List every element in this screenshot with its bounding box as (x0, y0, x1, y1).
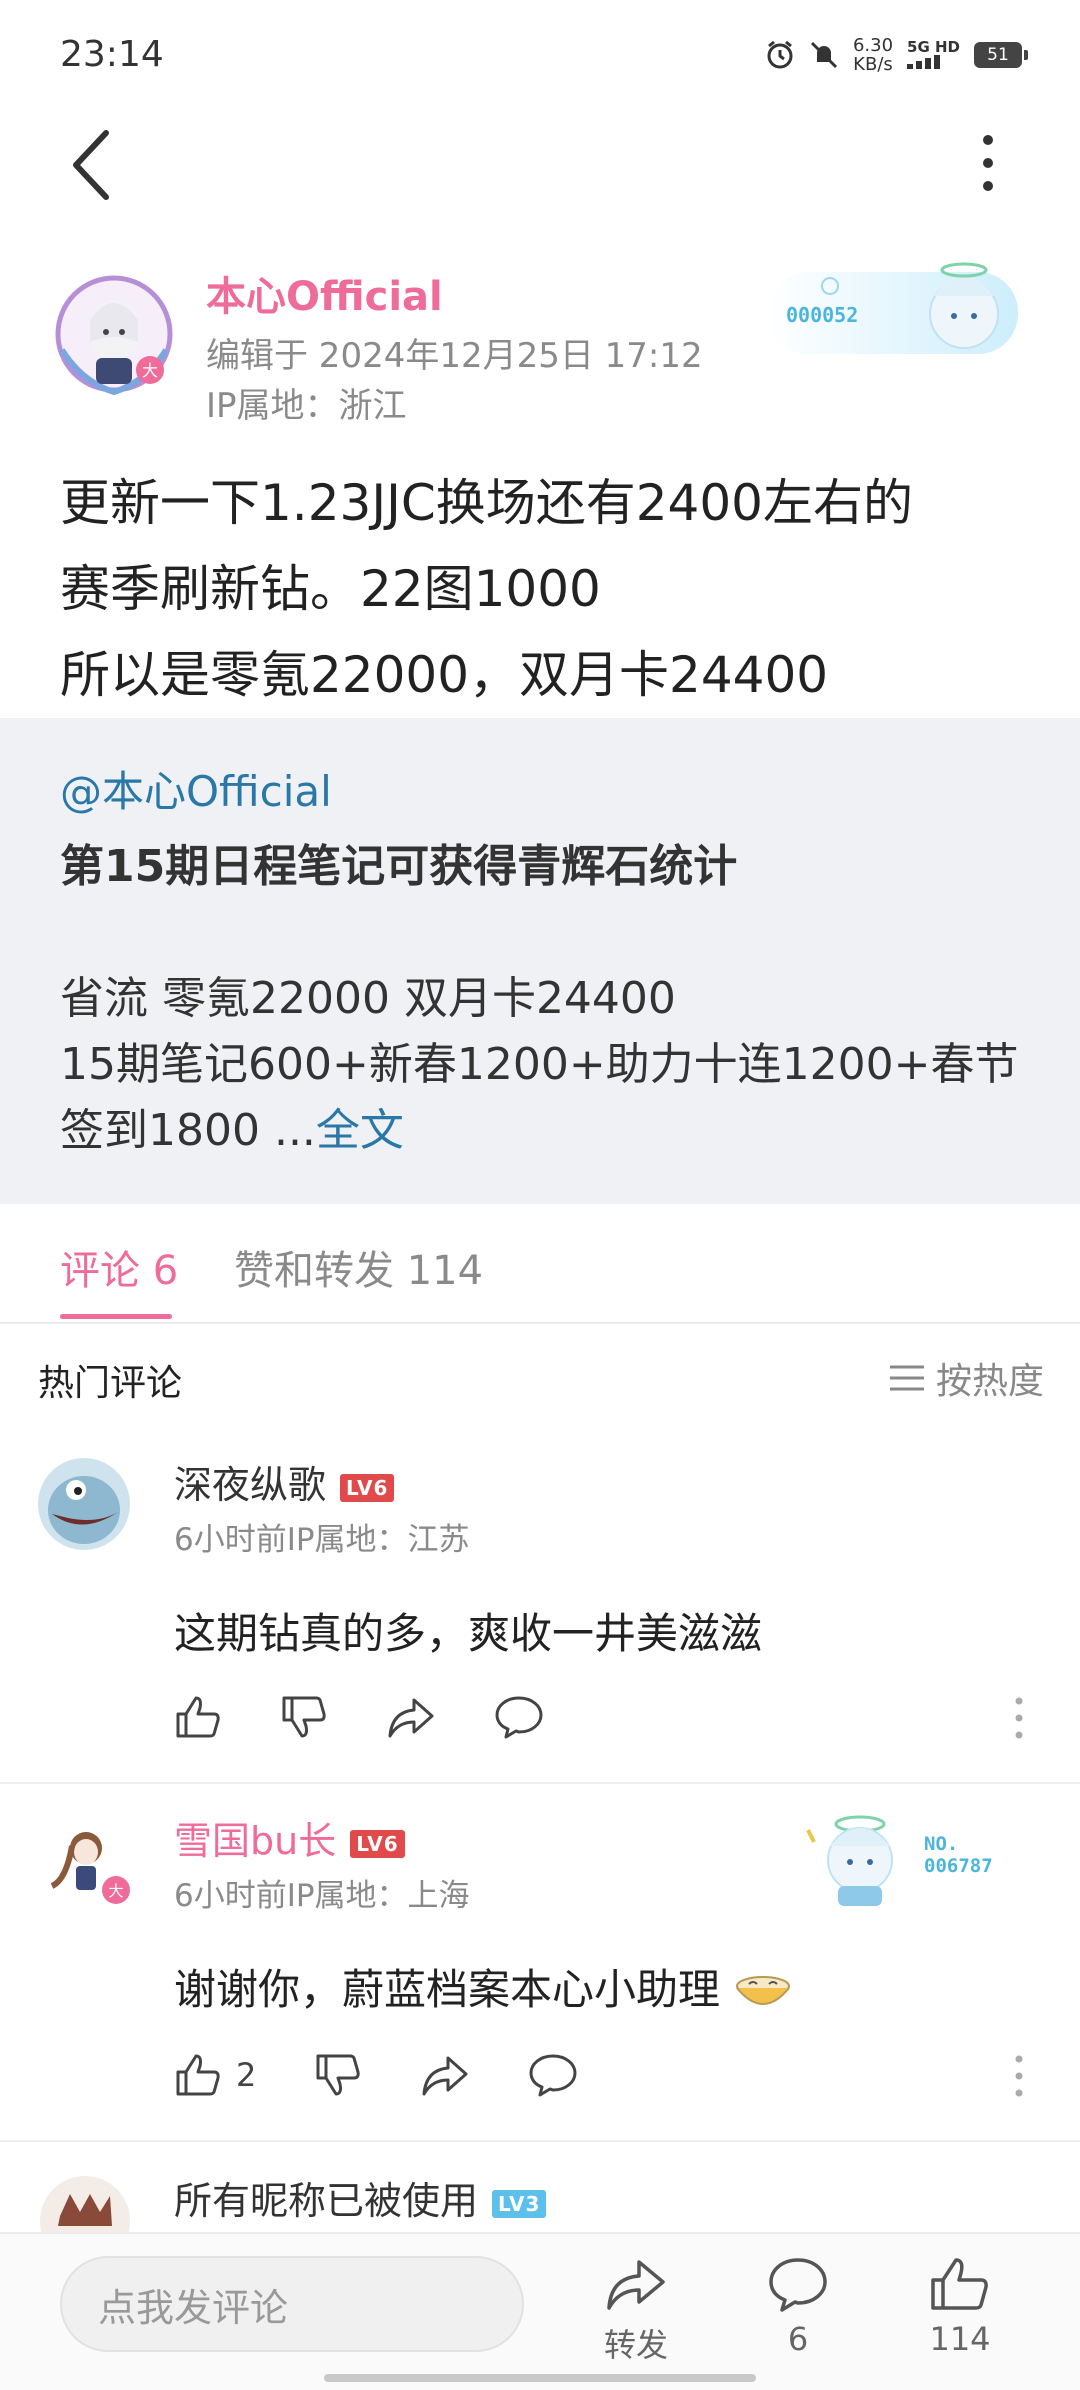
svg-text:大: 大 (142, 361, 158, 380)
comment-more-icon[interactable] (1014, 2054, 1024, 2098)
share-arrow-icon (422, 2056, 468, 2096)
repost-button[interactable]: 转发 (576, 2256, 696, 2366)
like-count: 2 (236, 2056, 257, 2094)
level-badge: LV6 (350, 1829, 405, 1858)
comment-actions (174, 1694, 602, 1740)
signal-icon (907, 54, 941, 69)
comment-more-icon[interactable] (1014, 1696, 1024, 1740)
ip-location: IP属地：浙江 (206, 386, 407, 426)
comment-divider (0, 1782, 1080, 1784)
like-post-button[interactable]: 114 (900, 2256, 1020, 2358)
share-button[interactable] (420, 2052, 470, 2098)
comment-meta: 6小时前IP属地：上海 (174, 1878, 470, 1914)
level-badge: LV3 (492, 2189, 547, 2218)
comment-divider (0, 2140, 1080, 2142)
author-name[interactable]: 本心Official (206, 264, 443, 322)
reply-button[interactable] (528, 2052, 578, 2098)
alarm-icon (767, 40, 793, 69)
reply-button[interactable] (494, 1694, 544, 1740)
battery-icon: 51 (974, 42, 1028, 68)
back-arrow-icon[interactable] (62, 125, 122, 205)
share-button[interactable] (386, 1694, 436, 1740)
net-speed: 6.30 KB/s (852, 35, 894, 75)
share-arrow-icon (388, 1698, 434, 1738)
like-button[interactable]: 2 (174, 2052, 256, 2098)
quoted-line-2: 15期笔记600+新春1200+助力十连1200+春节签到1800 ...全文 (60, 1039, 1019, 1156)
dislike-button[interactable] (314, 2052, 362, 2098)
hot-comments-heading: 热门评论 (38, 1363, 183, 1404)
quoted-article-body: 省流 零氪22000 双月卡24400 15期笔记600+新春1200+助力十连… (60, 966, 1040, 1164)
commenter-avatar[interactable] (38, 1458, 130, 1550)
comment-bubble-icon (495, 1696, 543, 1739)
thumbs-up-icon (931, 2258, 988, 2310)
comment-bubble-icon (529, 2054, 577, 2097)
quoted-mention-link[interactable]: @本心Official (60, 758, 332, 819)
card-number: 000052 (786, 303, 858, 327)
tab-divider (0, 1322, 1080, 1324)
share-arrow-icon (607, 2260, 665, 2310)
network-type: 5G HD (907, 39, 960, 72)
status-icons: 6.30 KB/s 5G HD 51 (765, 35, 1028, 75)
comments-button[interactable]: 6 (738, 2256, 858, 2358)
list-icon (889, 1365, 924, 1391)
badge-label: NO. (924, 1833, 958, 1855)
commenter-name[interactable]: 深夜纵歌 LV6 (174, 1454, 395, 1509)
commenter-name[interactable]: 雪国bu长 LV6 (174, 1810, 405, 1865)
comment-meta: 6小时前IP属地：江苏 (174, 1522, 470, 1558)
tab-likes-reposts[interactable]: 赞和转发 114 (234, 1238, 483, 1296)
dislike-button[interactable] (280, 1694, 328, 1740)
status-time: 23:14 (60, 34, 164, 75)
thumbs-down-icon (282, 1696, 326, 1738)
sort-button[interactable]: 按热度 (889, 1352, 1044, 1404)
comment-bubble-icon (769, 2258, 827, 2312)
tab-comments[interactable]: 评论 6 (60, 1238, 178, 1296)
user-decoration-badge: NO. 006787 (806, 1815, 993, 1906)
commenter-name[interactable]: 所有昵称已被使用 LV3 (174, 2170, 547, 2225)
comment-input[interactable]: 点我发评论 (60, 2256, 524, 2352)
comment-text: 这期钻真的多，爽收一井美滋滋 (174, 1609, 763, 1658)
svg-text:大: 大 (108, 1882, 123, 1900)
thumbs-up-icon (176, 2054, 220, 2096)
mute-icon (810, 41, 837, 69)
commenter-avatar[interactable]: 大 (46, 1820, 132, 1906)
thumbs-down-icon (316, 2054, 361, 2096)
comment-actions: 2 (174, 2052, 636, 2098)
author-avatar[interactable]: 大 (52, 272, 176, 400)
more-vertical-icon[interactable] (968, 130, 1008, 200)
active-tab-indicator (60, 1314, 172, 1319)
post-content: 更新一下1.23JJC换场还有2400左右的 赛季刷新钻。22图1000 所以是… (60, 474, 913, 704)
badge-number: 006787 (924, 1855, 993, 1877)
level-badge: LV6 (340, 1473, 395, 1502)
home-indicator[interactable] (324, 2374, 756, 2382)
like-button[interactable] (174, 1694, 222, 1740)
food-bowl-emoji-icon (736, 1975, 791, 2005)
quoted-line-1: 省流 零氪22000 双月卡24400 (60, 973, 676, 1024)
quoted-article-title[interactable]: 第15期日程笔记可获得青辉石统计 (60, 830, 737, 894)
edit-time: 编辑于 2024年12月25日 17:12 (206, 336, 703, 376)
author-decoration-card: 000052 (768, 262, 1018, 354)
read-full-link[interactable]: 全文 (316, 1105, 404, 1156)
comment-text: 谢谢你，蔚蓝档案本心小助理 (174, 1956, 793, 2017)
thumbs-up-icon (176, 1696, 220, 1738)
